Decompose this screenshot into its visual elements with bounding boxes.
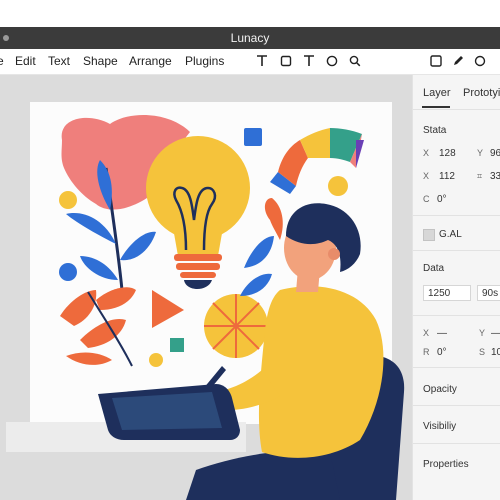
rainbow-fan-shape bbox=[270, 128, 364, 194]
right-plant-shape bbox=[240, 198, 283, 296]
drawing-tablet bbox=[98, 384, 240, 440]
lightbulb-shape bbox=[146, 136, 250, 289]
x2-field[interactable]: 112 bbox=[439, 171, 455, 182]
toggle-checkbox[interactable] bbox=[423, 229, 435, 241]
yy-field[interactable]: — bbox=[491, 328, 500, 339]
orange-triangle-shape bbox=[152, 290, 184, 328]
corner-field[interactable]: 0° bbox=[437, 194, 447, 205]
x-key: X bbox=[423, 148, 430, 158]
orange-sun-shape bbox=[204, 294, 268, 358]
ellipse-icon[interactable] bbox=[473, 54, 487, 68]
x2-key: X bbox=[423, 171, 430, 181]
y-field[interactable]: 96 bbox=[490, 148, 500, 159]
tab-prototype[interactable]: Prototyi bbox=[463, 87, 500, 99]
spacing-field[interactable]: 10 bbox=[491, 347, 500, 358]
data-field-2[interactable]: 90s bbox=[477, 285, 500, 301]
divider bbox=[413, 250, 500, 251]
rotation-field[interactable]: 0° bbox=[437, 347, 447, 358]
illustration-artwork bbox=[6, 114, 405, 500]
stats-title: Stata bbox=[423, 125, 447, 136]
yy-key: Y bbox=[479, 328, 486, 338]
xx-key: X bbox=[423, 328, 430, 338]
yellow-dot bbox=[328, 176, 348, 196]
opacity-label[interactable]: Opacity bbox=[423, 384, 457, 395]
yellow-dot bbox=[149, 353, 163, 367]
divider bbox=[413, 109, 500, 110]
height-icon: ⌗ bbox=[477, 171, 483, 181]
active-tab-indicator bbox=[422, 106, 450, 108]
yellow-dot bbox=[59, 191, 77, 209]
x-field[interactable]: 128 bbox=[439, 148, 456, 159]
pen-icon[interactable] bbox=[451, 54, 465, 68]
divider bbox=[413, 367, 500, 368]
rectangle-icon[interactable] bbox=[429, 54, 443, 68]
divider bbox=[413, 443, 500, 444]
data-title: Data bbox=[423, 263, 445, 274]
divider bbox=[413, 215, 500, 216]
blue-dot bbox=[59, 263, 77, 281]
height-field[interactable]: 33 bbox=[490, 171, 500, 182]
orange-fern-shape bbox=[60, 287, 136, 367]
toggle-label: G.AL bbox=[439, 229, 462, 240]
data-field-1[interactable]: 1250 bbox=[423, 285, 471, 301]
rotation-key: R bbox=[423, 347, 430, 357]
xx-field[interactable]: — bbox=[437, 328, 447, 339]
y-key: Y bbox=[477, 148, 484, 158]
spacing-key: S bbox=[479, 347, 486, 357]
properties-panel: Layer Prototyi Stata X 128 Y 96 X 112 ⌗ … bbox=[412, 75, 500, 500]
corner-key: C bbox=[423, 194, 430, 204]
properties-label[interactable]: Properties bbox=[423, 459, 469, 470]
visibility-label[interactable]: Visibiliy bbox=[423, 421, 456, 432]
divider bbox=[413, 315, 500, 316]
tab-layer[interactable]: Layer bbox=[423, 87, 451, 99]
divider bbox=[413, 405, 500, 406]
blue-square-shape bbox=[244, 128, 262, 146]
teal-square-shape bbox=[170, 338, 184, 352]
